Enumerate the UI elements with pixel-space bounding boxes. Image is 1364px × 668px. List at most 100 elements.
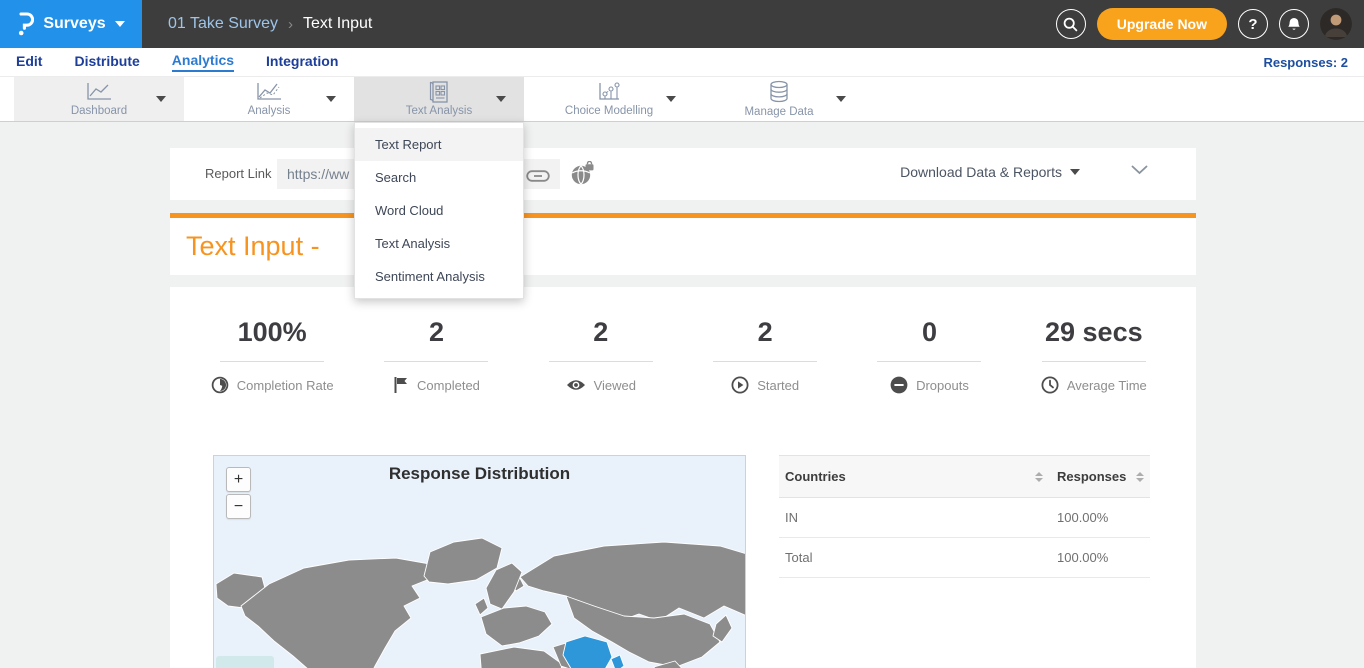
divider (384, 361, 488, 362)
tab-analysis[interactable]: Analysis (184, 77, 354, 121)
stat-completed: 2 Completed (354, 317, 518, 394)
response-distribution-map[interactable]: Response Distribution + − (213, 455, 746, 668)
table-header-row: Countries Responses (779, 455, 1150, 498)
analytics-summary-card: 100% Completion Rate 2 Completed 2 (170, 287, 1196, 668)
stat-label: Dropouts (916, 378, 969, 393)
stat-value: 0 (922, 317, 937, 348)
table-header-countries[interactable]: Countries (785, 469, 1057, 484)
menu-item-search[interactable]: Search (355, 161, 523, 194)
survey-nav: Edit Distribute Analytics Integration Re… (0, 48, 1364, 77)
map-india-highlighted (563, 636, 612, 668)
breadcrumb-survey-link[interactable]: 01 Take Survey (168, 15, 278, 33)
help-button[interactable]: ? (1238, 9, 1268, 39)
breadcrumb: 01 Take Survey › Text Input (168, 15, 372, 33)
table-row: Total 100.00% (779, 538, 1150, 578)
chevron-down-icon (836, 96, 846, 102)
map-greenland (424, 538, 502, 584)
responses-cell: 100.00% (1057, 510, 1144, 525)
tab-label: Text Analysis (406, 105, 472, 117)
report-link-label: Report Link (205, 166, 271, 181)
completion-pie-icon (211, 376, 229, 394)
stat-label: Viewed (594, 378, 636, 393)
map-zoom-in-button[interactable]: + (226, 467, 251, 492)
copy-link-button[interactable] (524, 165, 560, 182)
chain-link-icon (526, 167, 550, 182)
map-title: Response Distribution (214, 464, 745, 484)
sort-icon[interactable] (1035, 472, 1043, 482)
stat-label: Average Time (1067, 378, 1147, 393)
page-title: Text Input - (186, 231, 320, 262)
anonymous-link-button[interactable] (570, 161, 595, 186)
tab-manage-data[interactable]: Manage Data (694, 77, 864, 121)
tab-label: Analysis (248, 105, 291, 117)
bell-icon (1287, 16, 1301, 33)
report-link-card: Report Link Download Data & Reports (170, 148, 1196, 200)
topbar-actions: Upgrade Now ? (1056, 0, 1352, 48)
menu-item-sentiment-analysis[interactable]: Sentiment Analysis (355, 260, 523, 293)
stat-value: 29 secs (1045, 317, 1143, 348)
map-africa (480, 647, 562, 668)
map-russia (520, 542, 746, 621)
stat-label: Completed (417, 378, 480, 393)
countries-table: Countries Responses IN 100.00% Total 100… (779, 455, 1150, 578)
stat-value: 100% (238, 317, 307, 348)
chevron-down-icon (156, 96, 166, 102)
tab-choice-modelling[interactable]: Choice Modelling (524, 77, 694, 121)
chevron-down-icon (496, 96, 506, 102)
text-report-icon (426, 81, 452, 103)
chevron-down-icon (1070, 169, 1080, 175)
globe-lock-icon (570, 165, 595, 180)
avatar[interactable] (1320, 8, 1352, 40)
nav-item-integration[interactable]: Integration (266, 53, 338, 71)
divider (713, 361, 817, 362)
multi-line-chart-icon (254, 81, 284, 103)
tab-dashboard[interactable]: Dashboard (14, 77, 184, 121)
chevron-down-icon (1131, 162, 1148, 177)
text-analysis-dropdown: Text Report Search Word Cloud Text Analy… (354, 122, 524, 299)
map-zoom-out-button[interactable]: − (226, 494, 251, 519)
nav-item-edit[interactable]: Edit (16, 53, 42, 71)
divider (1042, 361, 1146, 362)
download-data-reports-menu[interactable]: Download Data & Reports (900, 164, 1080, 180)
scatter-chart-icon (595, 81, 623, 103)
brand-logo-icon (17, 12, 34, 36)
breadcrumb-separator: › (288, 16, 293, 33)
notifications-button[interactable] (1279, 9, 1309, 39)
stat-value: 2 (593, 317, 608, 348)
tab-label: Dashboard (71, 105, 127, 117)
world-map[interactable] (214, 456, 746, 668)
divider (877, 361, 981, 362)
divider (549, 361, 653, 362)
column-label: Countries (785, 469, 846, 484)
nav-item-analytics[interactable]: Analytics (172, 52, 234, 72)
stat-average-time: 29 secs Average Time (1012, 317, 1176, 394)
table-header-responses[interactable]: Responses (1057, 469, 1144, 484)
search-button[interactable] (1056, 9, 1086, 39)
menu-item-text-analysis[interactable]: Text Analysis (355, 227, 523, 260)
divider (220, 361, 324, 362)
menu-item-text-report[interactable]: Text Report (355, 128, 523, 161)
tab-label: Choice Modelling (565, 105, 653, 117)
brand-menu[interactable]: Surveys (0, 0, 142, 48)
stat-viewed: 2 Viewed (519, 317, 683, 394)
tab-text-analysis[interactable]: Text Analysis (354, 77, 524, 121)
search-icon (1063, 16, 1078, 33)
brand-label: Surveys (43, 15, 105, 33)
responses-cell: 100.00% (1057, 550, 1144, 565)
flag-icon (393, 376, 409, 394)
collapse-panel-button[interactable] (1131, 162, 1148, 177)
play-circle-icon (731, 376, 749, 394)
menu-item-word-cloud[interactable]: Word Cloud (355, 194, 523, 227)
stat-label: Completion Rate (237, 378, 334, 393)
stat-label: Started (757, 378, 799, 393)
line-chart-icon (84, 81, 114, 103)
stat-started: 2 Started (683, 317, 847, 394)
responses-count: Responses: 2 (1263, 55, 1348, 70)
country-cell: Total (785, 550, 1057, 565)
nav-item-distribute[interactable]: Distribute (74, 53, 139, 71)
upgrade-now-button[interactable]: Upgrade Now (1097, 8, 1227, 40)
minus-circle-icon (890, 376, 908, 394)
map-north-america (241, 558, 432, 668)
sort-icon[interactable] (1136, 472, 1144, 482)
eye-icon (566, 376, 586, 394)
